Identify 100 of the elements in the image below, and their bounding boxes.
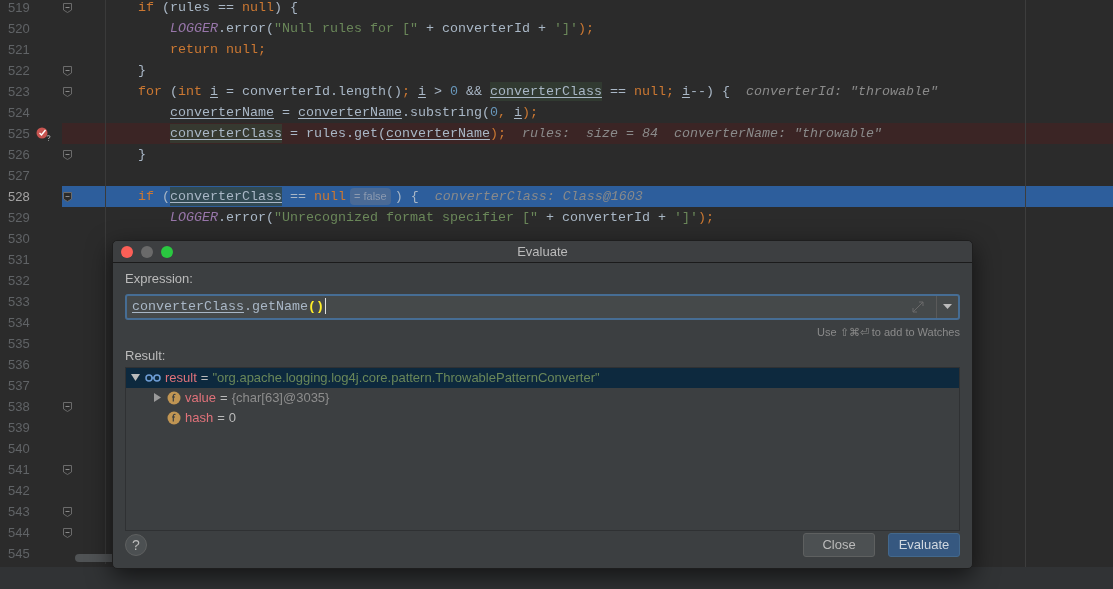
fold-icon[interactable] xyxy=(63,527,72,538)
equals-sign: = xyxy=(217,408,225,427)
code-token: converterName xyxy=(298,103,402,122)
variable-value: "org.apache.logging.log4j.core.pattern.ThrowablePatternConverter" xyxy=(212,368,600,387)
code-token: "Unrecognized format specifier [" xyxy=(274,208,538,227)
result-label: Result: xyxy=(125,347,167,365)
code-token: i xyxy=(210,82,218,101)
code-token: int xyxy=(178,82,203,101)
code-token: ( xyxy=(170,82,178,101)
line-number: 545 xyxy=(8,544,31,563)
watch-hint: Use ⇧⌘⏎ to add to Watches xyxy=(817,324,960,340)
code-token: + converterId + xyxy=(544,208,667,227)
fold-icon[interactable] xyxy=(63,86,72,97)
code-token: ) { xyxy=(274,0,298,17)
code-token: return null; xyxy=(170,40,266,59)
line-number: 542 xyxy=(8,481,31,500)
inline-value-chip: = false xyxy=(350,188,391,205)
code-token: converterClass xyxy=(132,297,244,316)
code-token: ); xyxy=(521,103,538,122)
code-token: .getName xyxy=(244,297,308,316)
line-number: 531 xyxy=(8,250,31,269)
line-number: 541 xyxy=(8,460,31,479)
expression-label: Expression: xyxy=(125,270,194,288)
fold-icon[interactable] xyxy=(63,2,72,13)
breakpoint-icon[interactable] xyxy=(36,126,52,141)
code-token: converterName xyxy=(385,124,490,143)
glasses-icon xyxy=(145,373,161,382)
code-token: converterName xyxy=(170,103,274,122)
code-token: .error( xyxy=(218,208,274,227)
line-number: 544 xyxy=(8,523,31,542)
variable-value: 0 xyxy=(228,408,237,427)
caret-down-icon xyxy=(943,304,952,309)
line-number: 525 xyxy=(8,124,31,143)
line-number: 527 xyxy=(8,166,31,185)
evaluate-button[interactable]: Evaluate xyxy=(888,533,960,557)
line-number: 523 xyxy=(8,82,31,101)
code-token: null; xyxy=(633,82,675,101)
code-token: i xyxy=(513,103,522,122)
fold-icon[interactable] xyxy=(63,191,72,202)
code-token: ']' xyxy=(673,208,698,227)
code-token: i xyxy=(681,82,690,101)
code-token: converterClass xyxy=(170,186,282,207)
variable-name: hash xyxy=(185,408,214,427)
code-token: ); xyxy=(697,208,714,227)
code-token: "Null rules for [" xyxy=(274,19,418,38)
field-icon xyxy=(167,390,181,405)
code-token: 0 xyxy=(489,103,498,122)
fold-icon[interactable] xyxy=(63,149,72,160)
fold-icon[interactable] xyxy=(63,401,72,412)
help-button[interactable]: ? xyxy=(125,534,147,556)
fold-icon[interactable] xyxy=(63,65,72,76)
close-button[interactable]: Close xyxy=(803,533,875,557)
line-number: 543 xyxy=(8,502,31,521)
code-token: 0 xyxy=(449,82,458,101)
line-number: 524 xyxy=(8,103,31,122)
code-token: && xyxy=(464,82,483,101)
result-tree-row[interactable]: result = "org.apache.logging.log4j.core.pattern.ThrowablePatternConverter" xyxy=(126,367,959,388)
fold-icon[interactable] xyxy=(63,464,72,475)
code-token: ']' xyxy=(553,19,578,38)
code-token: = xyxy=(280,103,291,122)
result-tree-row[interactable]: value = {char[63]@3035} xyxy=(148,387,959,408)
line-number: 538 xyxy=(8,397,31,416)
code-token: == xyxy=(608,82,627,101)
code-token: , xyxy=(497,103,507,122)
code-token: ) { xyxy=(394,187,419,206)
inline-debug-hint: converterClass: Class@1603 xyxy=(434,187,643,206)
result-tree-row[interactable]: hash = 0 xyxy=(148,407,959,428)
code-token: if xyxy=(138,0,155,17)
code-token: .substring( xyxy=(401,103,490,122)
code-token: --) { xyxy=(689,82,730,101)
expression-field[interactable]: converterClass.getName() xyxy=(125,293,960,320)
code-token: } xyxy=(138,61,146,80)
close-window-button[interactable] xyxy=(121,245,133,258)
line-number: 528 xyxy=(8,187,31,206)
code-token: ); xyxy=(489,124,506,143)
variable-value: {char[63]@3035} xyxy=(231,388,330,407)
code-token: LOGGER xyxy=(170,208,218,227)
code-token: (rules == xyxy=(162,0,235,17)
code-token: = rules.get( xyxy=(288,124,386,143)
code-token: for xyxy=(138,82,163,101)
variable-name: result xyxy=(165,368,197,387)
collapsed-arrow-icon[interactable] xyxy=(152,393,162,402)
line-number: 526 xyxy=(8,145,31,164)
line-number: 536 xyxy=(8,355,31,374)
line-number: 539 xyxy=(8,418,31,437)
code-token: = converterId.length() xyxy=(225,82,402,101)
fold-icon[interactable] xyxy=(63,506,72,517)
code-token: converterClass xyxy=(489,81,602,102)
code-token: == xyxy=(288,187,307,206)
line-number: 537 xyxy=(8,376,31,395)
expanded-arrow-icon[interactable] xyxy=(130,373,140,382)
code-token: > xyxy=(432,82,443,101)
code-token: + converterId + xyxy=(424,19,547,38)
window-title: Evaluate xyxy=(517,242,568,261)
variable-name: value xyxy=(185,388,217,407)
code-token: ( xyxy=(162,187,170,206)
line-number: 540 xyxy=(8,439,31,458)
line-number: 522 xyxy=(8,61,31,80)
zoom-window-button[interactable] xyxy=(161,245,173,258)
code-token: null xyxy=(314,187,346,206)
